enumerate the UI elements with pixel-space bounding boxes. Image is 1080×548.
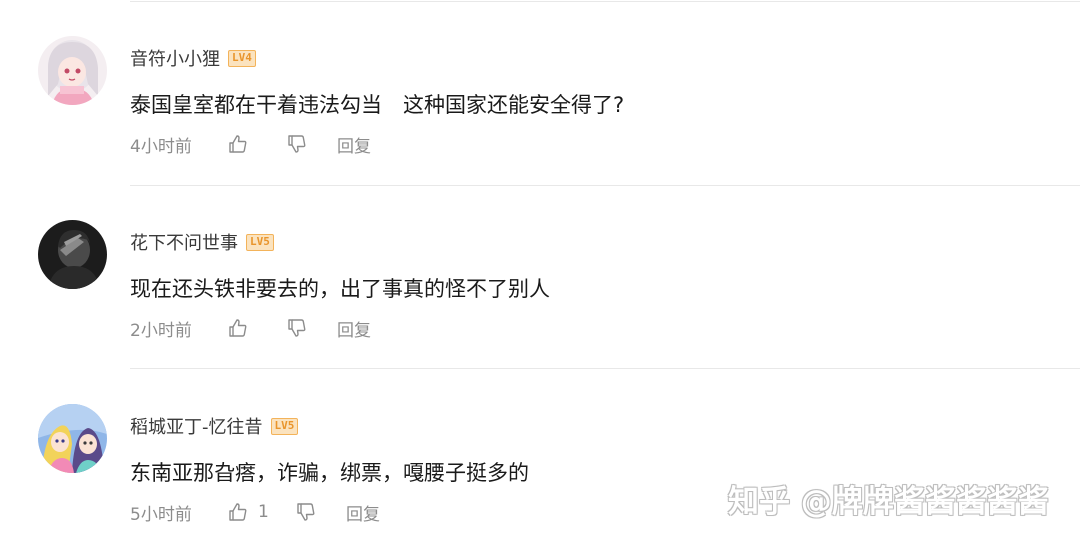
level-badge: LV5: [270, 417, 299, 435]
avatar[interactable]: [38, 36, 107, 105]
username[interactable]: 音符小小狸: [130, 45, 220, 71]
username[interactable]: 稻城亚丁-忆往昔: [130, 413, 263, 439]
dislike-button[interactable]: [287, 318, 337, 338]
comment-actions: 2小时前 回复: [130, 314, 371, 342]
like-button[interactable]: [228, 134, 287, 154]
thumbs-up-icon: [228, 318, 248, 338]
like-button[interactable]: [228, 318, 287, 338]
level-badge: LV4: [228, 49, 256, 67]
timestamp: 2小时前: [130, 320, 192, 341]
thumbs-up-icon: [228, 134, 248, 154]
like-count: 1: [258, 502, 269, 522]
thumbs-down-icon: [287, 134, 307, 154]
watermark: 知乎 @牌牌酱酱酱酱酱: [728, 484, 1049, 520]
dislike-button[interactable]: [287, 134, 337, 154]
like-button[interactable]: 1: [228, 502, 296, 522]
thumbs-down-icon: [296, 502, 316, 522]
comment-item: 花下不问世事 LV5 现在还头铁非要去的，出了事真的怪不了别人 2小时前 回复: [0, 184, 1080, 364]
reply-button[interactable]: 回复: [337, 132, 371, 157]
timestamp: 5小时前: [130, 504, 192, 525]
comment-text: 泰国皇室都在干着违法勾当 这种国家还能安全得了?: [130, 93, 625, 117]
avatar[interactable]: [38, 404, 107, 473]
comment-actions: 4小时前 回复: [130, 130, 371, 158]
reply-button[interactable]: 回复: [346, 500, 380, 525]
comment-text: 东南亚那旮瘩，诈骗，绑票，嘎腰子挺多的: [130, 461, 529, 485]
avatar[interactable]: [38, 220, 107, 289]
comment-item: 稻城亚丁-忆往昔 LV5 东南亚那旮瘩，诈骗，绑票，嘎腰子挺多的 5小时前 1 …: [0, 368, 1080, 548]
thumbs-up-icon: [228, 502, 248, 522]
comment-text: 现在还头铁非要去的，出了事真的怪不了别人: [130, 277, 550, 301]
dislike-button[interactable]: [296, 502, 346, 522]
level-badge: LV5: [246, 233, 274, 251]
timestamp: 4小时前: [130, 136, 192, 157]
comment-actions: 5小时前 1 回复: [130, 498, 380, 526]
thumbs-down-icon: [287, 318, 307, 338]
comment-item: 音符小小狸 LV4 泰国皇室都在干着违法勾当 这种国家还能安全得了? 4小时前 …: [0, 0, 1080, 180]
reply-button[interactable]: 回复: [337, 316, 371, 341]
username[interactable]: 花下不问世事: [130, 229, 238, 255]
